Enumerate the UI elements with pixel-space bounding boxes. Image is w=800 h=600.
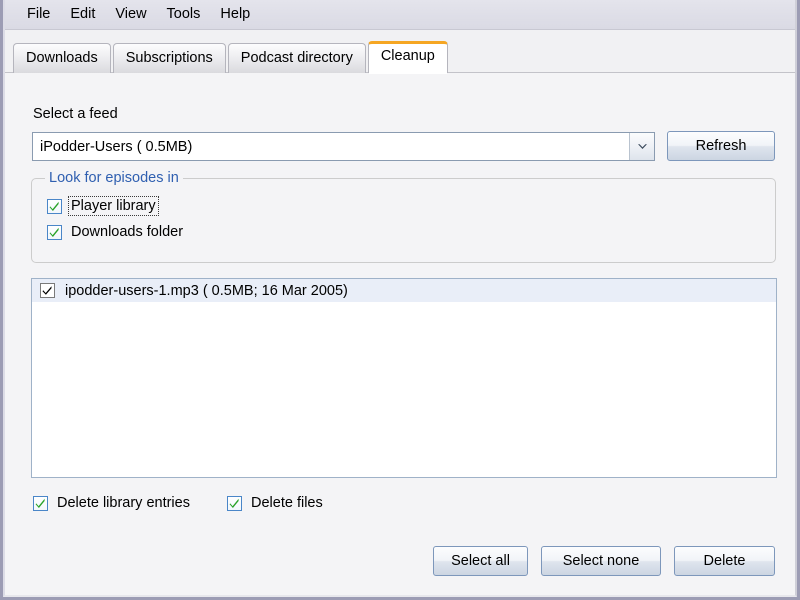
select-none-button[interactable]: Select none [541, 546, 661, 576]
check-icon[interactable] [227, 495, 242, 511]
tab-strip: Downloads Subscriptions Podcast director… [5, 30, 795, 74]
menu-item-tools[interactable]: Tools [157, 4, 211, 25]
checkbox-player-library-label: Player library [68, 196, 159, 216]
list-item[interactable]: ipodder-users-1.mp3 ( 0.5MB; 16 Mar 2005… [32, 279, 776, 302]
tab-podcast-directory[interactable]: Podcast directory [227, 43, 366, 73]
feed-select[interactable]: iPodder-Users ( 0.5MB) [32, 132, 655, 161]
look-for-episodes-group [31, 178, 776, 263]
episode-list[interactable]: ipodder-users-1.mp3 ( 0.5MB; 16 Mar 2005… [31, 278, 777, 478]
checkbox-downloads-folder-label: Downloads folder [71, 224, 184, 240]
tab-cleanup[interactable]: Cleanup [367, 41, 448, 74]
check-icon[interactable] [47, 224, 62, 240]
tab-list: Downloads Subscriptions Podcast director… [13, 41, 450, 74]
menu-item-file[interactable]: File [17, 4, 60, 25]
look-for-episodes-group-title: Look for episodes in [45, 170, 183, 186]
menu-bar: File Edit View Tools Help [5, 0, 795, 30]
tab-downloads[interactable]: Downloads [13, 43, 111, 73]
menu-item-edit[interactable]: Edit [60, 4, 105, 25]
select-a-feed-label: Select a feed [33, 106, 118, 122]
check-icon[interactable] [40, 283, 55, 298]
checkbox-delete-files-label: Delete files [251, 495, 323, 511]
checkbox-player-library[interactable]: Player library [47, 196, 159, 216]
cleanup-panel: Select a feed iPodder-Users ( 0.5MB) Ref… [5, 73, 795, 595]
checkbox-delete-library-entries-label: Delete library entries [57, 495, 190, 511]
application-window: File Edit View Tools Help Downloads Subs… [0, 0, 800, 600]
checkbox-downloads-folder[interactable]: Downloads folder [47, 223, 185, 241]
check-icon[interactable] [47, 198, 62, 214]
check-icon[interactable] [33, 495, 48, 511]
select-all-button[interactable]: Select all [433, 546, 528, 576]
list-item-label: ipodder-users-1.mp3 ( 0.5MB; 16 Mar 2005… [65, 282, 348, 299]
tab-subscriptions[interactable]: Subscriptions [112, 43, 226, 73]
checkbox-delete-files[interactable]: Delete files [227, 494, 325, 512]
delete-button[interactable]: Delete [674, 546, 775, 576]
chevron-down-icon[interactable] [629, 133, 654, 160]
menu-item-view[interactable]: View [105, 4, 156, 25]
refresh-button[interactable]: Refresh [667, 131, 775, 161]
checkbox-delete-library-entries[interactable]: Delete library entries [33, 494, 192, 512]
menu-item-help[interactable]: Help [210, 4, 260, 25]
window-client-area: File Edit View Tools Help Downloads Subs… [3, 0, 797, 597]
feed-select-value[interactable]: iPodder-Users ( 0.5MB) [33, 133, 629, 160]
